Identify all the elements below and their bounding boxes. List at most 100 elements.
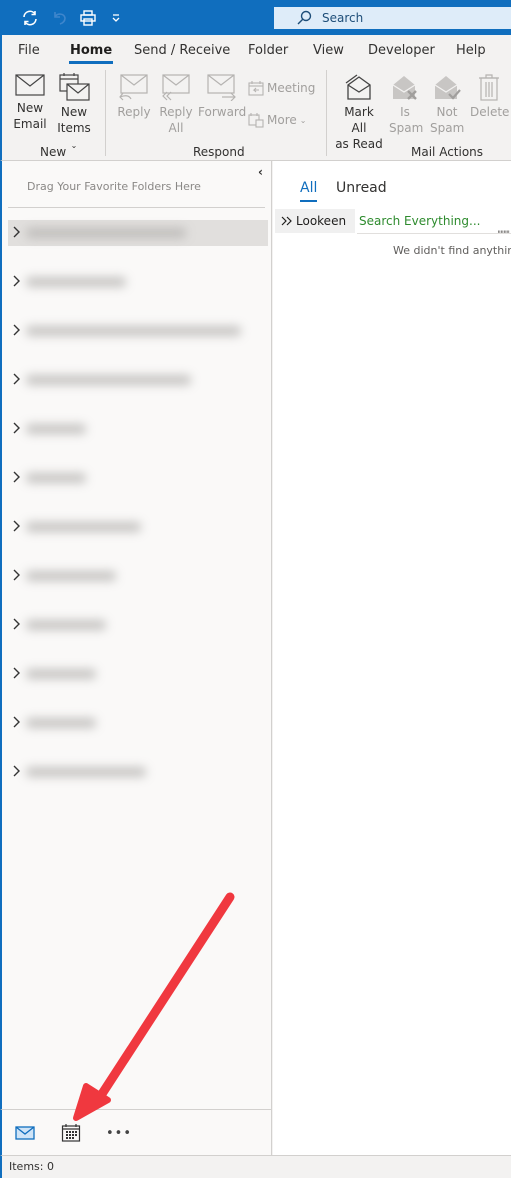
lookeen-divider: [357, 233, 511, 234]
mail-nav-button[interactable]: [13, 1123, 37, 1143]
group-label-mail-actions: Mail Actions: [411, 145, 484, 159]
resize-grip[interactable]: '''''''': [497, 230, 510, 240]
not-spam-button[interactable]: Not Spam: [430, 73, 464, 136]
folder-name-redacted: [26, 669, 96, 679]
tab-file[interactable]: File: [18, 43, 40, 58]
folder-item[interactable]: [8, 465, 268, 491]
new-email-label-2: Email: [13, 117, 47, 131]
chevron-right-icon[interactable]: [12, 617, 22, 631]
is-spam-button[interactable]: Is Spam: [389, 73, 424, 136]
module-navigation: •••: [0, 1109, 272, 1155]
forward-label: Forward: [198, 105, 247, 119]
folder-item[interactable]: [8, 661, 268, 687]
calendar-nav-button[interactable]: [59, 1123, 83, 1143]
folder-item[interactable]: [8, 710, 268, 736]
tab-folder[interactable]: Folder: [248, 43, 288, 58]
reply-all-icon: [162, 74, 190, 101]
folder-item[interactable]: [8, 759, 268, 785]
new-items-icon: [59, 73, 90, 101]
spam-icon: [392, 76, 417, 100]
more-respond-button[interactable]: More ⌄: [248, 112, 306, 128]
folder-item[interactable]: [8, 367, 268, 393]
search-input[interactable]: Search: [274, 7, 511, 29]
tab-home[interactable]: Home: [68, 43, 114, 64]
reply-all-button[interactable]: Reply All: [158, 73, 194, 136]
chevron-right-icon[interactable]: [12, 274, 22, 288]
item-count: Items: 0: [9, 1160, 54, 1173]
tab-help[interactable]: Help: [456, 43, 486, 58]
reply-button[interactable]: Reply: [117, 73, 151, 120]
lookeen-button[interactable]: Lookeen: [275, 209, 355, 233]
title-bar: Search: [0, 0, 511, 35]
folder-item[interactable]: [8, 563, 268, 589]
chevron-right-icon[interactable]: [12, 568, 22, 582]
meeting-button[interactable]: Meeting: [248, 80, 315, 96]
folder-item[interactable]: [8, 269, 268, 295]
folder-name-redacted: [26, 473, 86, 483]
lookeen-bar: Lookeen Search Everything...: [275, 209, 511, 233]
folder-item[interactable]: [8, 220, 268, 246]
new-items-label-1: New: [60, 105, 88, 119]
new-items-button[interactable]: New Items ⌄: [53, 73, 95, 154]
folder-item[interactable]: [8, 318, 268, 344]
lookeen-label: Lookeen: [296, 214, 347, 228]
group-label-new: New: [40, 145, 67, 159]
chevron-right-icon[interactable]: [12, 323, 22, 337]
chevron-right-icon[interactable]: [12, 421, 22, 435]
tab-developer[interactable]: Developer: [368, 43, 435, 58]
tab-send-receive[interactable]: Send / Receive: [134, 43, 230, 58]
folder-item[interactable]: [8, 416, 268, 442]
mark-all-read-label-2: as Read: [335, 137, 383, 151]
new-items-label-2: Items: [57, 121, 91, 135]
delete-button[interactable]: Delete: [470, 73, 510, 120]
folder-item[interactable]: [8, 514, 268, 540]
forward-button[interactable]: Forward: [198, 73, 247, 120]
folder-name-redacted: [26, 424, 86, 434]
forward-icon: [207, 74, 236, 101]
folder-item[interactable]: [8, 612, 268, 638]
reply-all-label-1: Reply: [159, 105, 193, 119]
tab-view[interactable]: View: [313, 43, 344, 58]
double-chevron-right-icon: [281, 216, 292, 226]
chevron-right-icon[interactable]: [12, 764, 22, 778]
is-spam-label-2: Spam: [389, 121, 424, 135]
reply-all-label-2: All: [168, 121, 184, 135]
more-apps-button[interactable]: •••: [105, 1123, 133, 1143]
chevron-down-icon: ⌄: [299, 115, 307, 125]
chevron-right-icon[interactable]: [12, 225, 22, 239]
search-icon: [297, 10, 312, 25]
chevron-down-icon: ⌄: [70, 141, 78, 150]
group-divider: [105, 70, 106, 156]
group-divider: [326, 70, 327, 156]
filter-unread[interactable]: Unread: [336, 180, 387, 196]
folder-name-redacted: [26, 620, 106, 630]
reply-label: Reply: [117, 105, 151, 119]
mail-icon: [15, 1126, 35, 1140]
folder-name-redacted: [26, 277, 126, 287]
more-respond-icon: [248, 113, 264, 128]
new-email-button[interactable]: New Email: [13, 73, 47, 132]
favorites-hint: Drag Your Favorite Folders Here: [27, 180, 201, 193]
filter-all[interactable]: All: [300, 180, 318, 202]
send-receive-all-icon[interactable]: [20, 8, 40, 28]
collapse-folder-pane-button[interactable]: ‹: [258, 165, 263, 179]
folder-name-redacted: [26, 718, 96, 728]
customize-quick-access-icon[interactable]: [106, 8, 126, 28]
not-spam-icon: [434, 76, 461, 100]
folder-name-redacted: [26, 228, 186, 238]
chevron-right-icon[interactable]: [12, 372, 22, 386]
folder-name-redacted: [26, 375, 191, 385]
chevron-right-icon[interactable]: [12, 715, 22, 729]
print-icon[interactable]: [78, 8, 98, 28]
envelope-icon: [15, 74, 45, 96]
chevron-right-icon[interactable]: [12, 470, 22, 484]
chevron-right-icon[interactable]: [12, 666, 22, 680]
not-spam-label-1: Not: [436, 105, 458, 119]
mark-all-read-button[interactable]: Mark All as Read: [335, 73, 383, 152]
trash-icon: [479, 74, 499, 101]
chevron-right-icon[interactable]: [12, 519, 22, 533]
folder-pane: ‹ Drag Your Favorite Folders Here: [0, 161, 272, 1109]
delete-label: Delete: [470, 105, 510, 119]
more-label: More: [267, 113, 297, 127]
lookeen-search-input[interactable]: Search Everything...: [359, 214, 480, 228]
